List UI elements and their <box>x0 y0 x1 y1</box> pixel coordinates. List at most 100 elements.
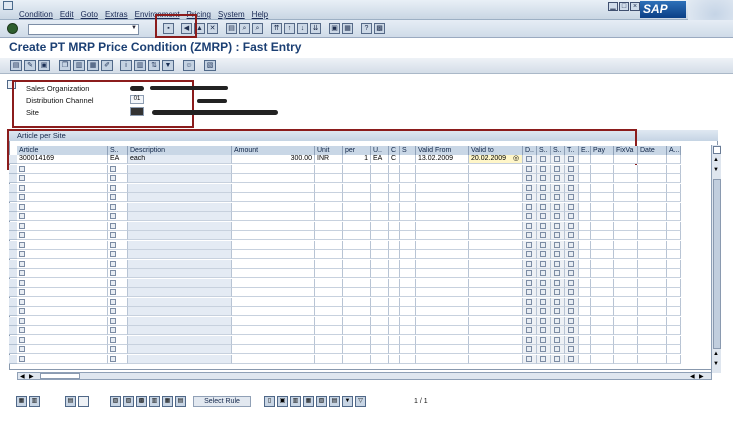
table-cell[interactable] <box>416 326 469 335</box>
column-header[interactable]: Valid to <box>469 146 523 155</box>
table-cell[interactable] <box>614 288 638 297</box>
row-amount[interactable]: 300.00 <box>232 155 315 164</box>
table-cell[interactable] <box>638 183 667 193</box>
checkbox[interactable] <box>110 184 116 191</box>
row-selector[interactable] <box>9 326 17 335</box>
table-cell[interactable] <box>108 259 128 269</box>
table-cell[interactable] <box>389 174 400 183</box>
table-cell[interactable] <box>128 202 232 212</box>
table-cell[interactable] <box>400 316 416 326</box>
table-cell[interactable] <box>579 288 591 297</box>
table-cell[interactable] <box>128 316 232 326</box>
table-cell[interactable] <box>591 307 614 316</box>
table-settings-icon[interactable]: ▧ <box>316 396 327 407</box>
table-cell[interactable] <box>416 297 469 307</box>
column-header[interactable]: S.. <box>537 146 551 155</box>
table-cell[interactable] <box>17 259 108 269</box>
copy-row-icon[interactable]: ▩ <box>136 396 147 407</box>
filter-list-icon[interactable]: ▼ <box>342 396 353 407</box>
row-unit[interactable]: INR <box>315 155 343 164</box>
checkbox[interactable] <box>110 241 116 248</box>
table-cell[interactable] <box>315 174 343 183</box>
table-cell[interactable] <box>371 354 389 364</box>
table-cell[interactable] <box>638 326 667 335</box>
checkbox[interactable] <box>110 317 116 324</box>
row-description[interactable]: each <box>128 155 232 164</box>
table-cell[interactable] <box>614 345 638 354</box>
row-selector[interactable] <box>9 240 17 250</box>
table-cell[interactable] <box>17 316 108 326</box>
table-cell[interactable] <box>469 212 523 221</box>
table-cell[interactable] <box>416 307 469 316</box>
row-selector[interactable] <box>9 250 17 259</box>
checkbox[interactable] <box>19 270 25 276</box>
layout-icon[interactable]: ▩ <box>374 23 385 34</box>
row-selector[interactable] <box>9 345 17 354</box>
table-cell[interactable] <box>400 259 416 269</box>
help-icon[interactable]: ? <box>361 23 372 34</box>
table-cell[interactable] <box>17 307 108 316</box>
table-cell[interactable] <box>17 231 108 240</box>
table-cell[interactable] <box>128 297 232 307</box>
table-cell[interactable] <box>108 174 128 183</box>
table-cell[interactable] <box>614 212 638 221</box>
table-cell[interactable] <box>469 221 523 231</box>
checkbox[interactable] <box>110 251 116 257</box>
row-selector[interactable] <box>9 164 17 174</box>
table-cell[interactable] <box>343 335 371 345</box>
checkbox[interactable] <box>110 355 116 362</box>
table-cell[interactable] <box>614 183 638 193</box>
table-cell[interactable] <box>343 231 371 240</box>
table-cell[interactable] <box>108 345 128 354</box>
checkbox[interactable] <box>110 336 116 343</box>
table-cell[interactable] <box>638 164 667 174</box>
table-cell[interactable] <box>371 269 389 278</box>
table-cell[interactable] <box>400 221 416 231</box>
table-cell[interactable] <box>232 297 315 307</box>
row-selector[interactable] <box>9 269 17 278</box>
row-selector[interactable] <box>9 288 17 297</box>
checkbox[interactable] <box>19 346 25 352</box>
table-cell[interactable] <box>591 345 614 354</box>
menu-goto[interactable]: Goto <box>81 10 98 19</box>
table-cell[interactable] <box>315 183 343 193</box>
scales-icon[interactable]: ▥ <box>290 396 301 407</box>
table-cell[interactable] <box>108 335 128 345</box>
table-cell[interactable] <box>17 326 108 335</box>
table-cell[interactable] <box>315 326 343 335</box>
table-cell[interactable] <box>17 278 108 288</box>
text-icon[interactable]: ▯ <box>264 396 275 407</box>
table-cell[interactable] <box>579 164 591 174</box>
table-cell[interactable] <box>416 202 469 212</box>
table-cell[interactable] <box>667 240 681 250</box>
checkbox[interactable] <box>19 241 25 248</box>
checkbox[interactable] <box>19 279 25 286</box>
checkbox[interactable] <box>110 213 116 219</box>
position-icon[interactable]: ▤ <box>175 396 186 407</box>
table-cell[interactable] <box>416 278 469 288</box>
table-cell[interactable] <box>128 240 232 250</box>
copy-icon[interactable]: ❐ <box>59 60 71 71</box>
paste-icon[interactable]: ▥ <box>73 60 85 71</box>
table-cell[interactable] <box>371 240 389 250</box>
table-cell[interactable] <box>469 164 523 174</box>
table-cell[interactable] <box>389 269 400 278</box>
column-header[interactable]: per <box>343 146 371 155</box>
table-cell[interactable] <box>343 354 371 364</box>
table-cell[interactable] <box>416 354 469 364</box>
table-cell[interactable] <box>614 202 638 212</box>
row-selector[interactable] <box>9 231 17 240</box>
table-cell[interactable] <box>638 335 667 345</box>
table-cell[interactable] <box>469 278 523 288</box>
table-cell[interactable] <box>667 316 681 326</box>
table-cell[interactable] <box>315 354 343 364</box>
table-cell[interactable] <box>389 278 400 288</box>
checkbox[interactable] <box>19 165 25 172</box>
table-cell[interactable] <box>614 155 638 164</box>
table-cell[interactable] <box>591 259 614 269</box>
table-cell[interactable] <box>400 174 416 183</box>
scroll-right-end-icon[interactable]: ▶ <box>699 373 706 380</box>
row-selector[interactable] <box>9 278 17 288</box>
column-header[interactable]: Date <box>638 146 667 155</box>
table-cell[interactable] <box>614 297 638 307</box>
